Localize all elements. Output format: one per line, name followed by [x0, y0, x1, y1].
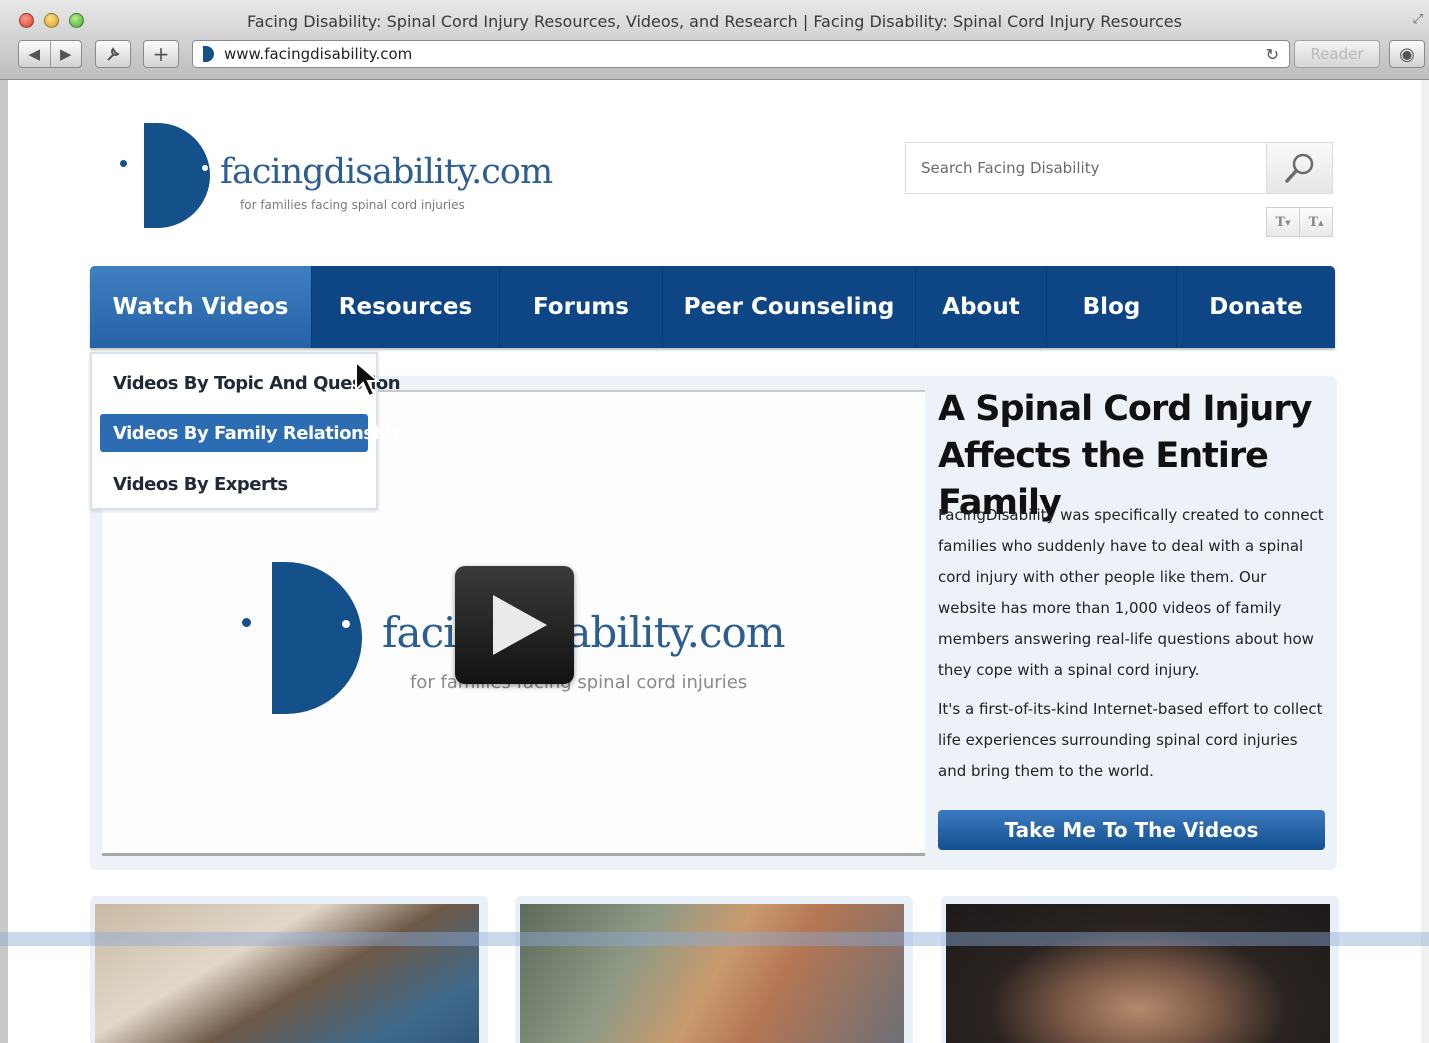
- thumbnail-image: [95, 904, 479, 1043]
- dropdown-item-topic[interactable]: Videos By Topic And Question: [100, 364, 401, 402]
- nav-peer-counseling[interactable]: Peer Counseling: [663, 266, 916, 348]
- add-bookmark-button[interactable]: +: [143, 40, 179, 68]
- web-page: facingdisability.com for families facing…: [8, 80, 1423, 1043]
- video-thumbnail[interactable]: [90, 896, 488, 1043]
- hero-paragraph: FacingDisability was specifically create…: [938, 506, 1324, 679]
- close-window-button[interactable]: [19, 13, 34, 28]
- back-forward-buttons: ◀ ▶: [18, 40, 82, 68]
- text-larger-button[interactable]: T ▴: [1299, 208, 1332, 236]
- logo-head-icon: [272, 562, 362, 714]
- search-icon: [1284, 153, 1313, 183]
- nav-watch-videos[interactable]: Watch Videos: [90, 266, 312, 348]
- hero-paragraph: It's a first-of-its-kind Internet-based …: [938, 700, 1323, 780]
- nav-about[interactable]: About: [916, 266, 1047, 348]
- reader-button[interactable]: Reader: [1294, 40, 1380, 68]
- play-button[interactable]: [455, 566, 574, 684]
- mouse-cursor-icon: [355, 360, 381, 398]
- logo-dot-icon: [120, 160, 127, 167]
- dropdown-item-family[interactable]: Videos By Family Relationship: [100, 414, 404, 452]
- thumbnail-image: [946, 904, 1330, 1043]
- take-me-to-videos-button[interactable]: Take Me To The Videos: [938, 810, 1325, 850]
- play-icon: [492, 595, 547, 655]
- logo-dot-icon: [242, 618, 251, 627]
- text-smaller-button[interactable]: T ▾: [1267, 208, 1299, 236]
- search-box: [905, 142, 1333, 194]
- nav-forums[interactable]: Forums: [500, 266, 663, 348]
- window-title: Facing Disability: Spinal Cord Injury Re…: [247, 12, 1182, 31]
- main-nav: Watch Videos Resources Forums Peer Couns…: [90, 266, 1335, 348]
- logo-tagline: for families facing spinal cord injuries: [240, 198, 465, 212]
- forward-button[interactable]: ▶: [51, 45, 82, 63]
- search-button[interactable]: [1266, 143, 1332, 193]
- downloads-icon[interactable]: ◉: [1389, 40, 1425, 68]
- site-logo[interactable]: facingdisability.com for families facing…: [116, 120, 553, 230]
- logo-text: facingdisability.com: [220, 152, 553, 192]
- video-thumbnail[interactable]: [515, 896, 913, 1043]
- scrollbar[interactable]: [1421, 80, 1429, 1043]
- dropdown-item-experts[interactable]: Videos By Experts: [100, 465, 368, 503]
- zoom-window-button[interactable]: [69, 13, 84, 28]
- search-input[interactable]: [906, 143, 1266, 193]
- address-bar[interactable]: www.facingdisability.com ↻: [192, 40, 1290, 68]
- nav-donate[interactable]: Donate: [1177, 266, 1335, 348]
- url-text[interactable]: www.facingdisability.com: [224, 45, 1266, 63]
- fullscreen-icon[interactable]: ⤢: [1413, 12, 1423, 27]
- minimize-window-button[interactable]: [44, 13, 59, 28]
- reload-icon[interactable]: ↻: [1266, 45, 1279, 64]
- text-size-controls: T ▾ T ▴: [1266, 207, 1333, 237]
- video-logo-text: facingdisability.com: [382, 608, 786, 657]
- browser-toolbar: Facing Disability: Spinal Cord Injury Re…: [0, 0, 1429, 80]
- nav-resources[interactable]: Resources: [312, 266, 500, 348]
- video-thumbnails: [90, 896, 1339, 1043]
- highlight-band: [0, 932, 1429, 946]
- thumbnail-image: [520, 904, 904, 1043]
- back-button[interactable]: ◀: [19, 45, 50, 63]
- favicon-icon: [203, 46, 214, 62]
- logo-head-icon: [144, 123, 210, 228]
- watch-videos-dropdown: Videos By Topic And Question Videos By F…: [90, 352, 404, 510]
- wrench-icon[interactable]: [95, 40, 131, 68]
- video-thumbnail[interactable]: [941, 896, 1339, 1043]
- nav-blog[interactable]: Blog: [1047, 266, 1177, 348]
